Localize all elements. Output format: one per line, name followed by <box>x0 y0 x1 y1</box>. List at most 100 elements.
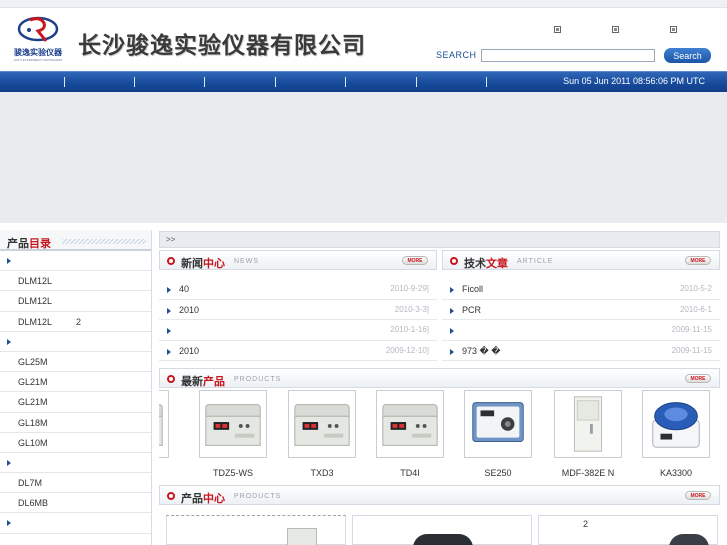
product-name[interactable]: TDZ5-WS <box>189 468 277 478</box>
sidebar-title: 产品目录 <box>7 235 51 251</box>
articles-list-item[interactable]: Ficoll 2010-5-2 <box>442 279 720 300</box>
product-card[interactable]: MDF-382E N <box>554 390 634 482</box>
category-item[interactable]: DLM12L <box>0 271 151 292</box>
product-card[interactable]: TD4I <box>376 390 456 482</box>
product-name[interactable]: SE250 <box>454 468 542 478</box>
category-item[interactable]: GL10M <box>0 433 151 453</box>
latest-title-plain: 最新 <box>181 376 203 388</box>
news-item-date: 2010-1-16] <box>390 325 429 334</box>
category-item-label: GL10M <box>18 437 48 448</box>
category-item-label: GL21M <box>18 377 48 388</box>
header-hatch-decoration <box>62 239 146 244</box>
articles-item-title[interactable]: 973 � � <box>462 346 500 357</box>
product-name[interactable]: KA3300 <box>632 468 720 478</box>
category-item[interactable]: DLM12L <box>0 291 151 312</box>
products-center-subtitle: PRODUCTS <box>234 493 282 500</box>
category-group-row[interactable] <box>0 251 151 272</box>
nav-separator <box>345 77 346 87</box>
category-item[interactable]: GL21M <box>0 372 151 393</box>
latest-products-carousel: TDZ5-WS TXD3 TD4I SE250 MDF-382E N KA3300 <box>159 390 720 482</box>
product-box[interactable] <box>352 515 532 545</box>
category-item[interactable]: DLM12L 2 <box>0 312 151 332</box>
news-item-title[interactable]: 2010 <box>179 305 199 315</box>
articles-item-title[interactable]: Ficoll <box>462 284 483 294</box>
main-nav: Sun 05 Jun 2011 08:56:06 PM UTC <box>0 71 727 92</box>
search-button[interactable]: Search <box>664 48 711 63</box>
product-box[interactable] <box>166 515 346 545</box>
articles-list-item[interactable]: PCR 2010-6-1 <box>442 300 720 320</box>
articles-item-title[interactable]: PCR <box>462 305 481 315</box>
category-item-note: 2 <box>76 316 82 327</box>
category-item-label: GL21M <box>18 397 48 408</box>
news-list: 40 2010-9-29] 2010 2010-3-3] 2010-1-16] 2010 2… <box>159 279 437 361</box>
product-card[interactable] <box>159 390 181 482</box>
category-item-label: DLM12L <box>18 276 53 287</box>
search-input[interactable] <box>481 49 655 62</box>
news-list-item[interactable]: 2010 2009-12-10] <box>159 341 437 361</box>
centrifuge-icon[interactable] <box>642 390 710 458</box>
nav-separator <box>416 77 417 87</box>
product-card[interactable]: SE250 <box>464 390 544 482</box>
centrifuge-icon[interactable] <box>376 390 444 458</box>
articles-item-date: 2009-11-15 <box>671 345 712 355</box>
category-group-row[interactable] <box>0 332 151 352</box>
article-title-plain: 技术 <box>464 258 486 270</box>
category-group-row[interactable] <box>0 513 151 534</box>
news-title-accent: 中心 <box>203 258 225 270</box>
category-list: DLM12L DLM12L DLM12L 2 GL25M GL21M GL21M GL18M G… <box>0 251 151 534</box>
category-item-label: DLM12L <box>18 296 53 307</box>
product-name[interactable]: MDF-382E N <box>544 468 632 478</box>
products-center-title: 产品中心 <box>181 490 225 506</box>
category-item-label: DL6MB <box>18 498 49 509</box>
latest-more-button[interactable]: MORE <box>685 374 711 383</box>
product-name[interactable]: TXD3 <box>278 468 366 478</box>
article-subtitle: ARTICLE <box>517 258 554 265</box>
article-more-button[interactable]: MORE <box>685 256 711 265</box>
freezer-icon[interactable] <box>554 390 622 458</box>
logo-text: 骏逸实验仪器 <box>14 48 62 57</box>
mixer-icon[interactable] <box>464 390 532 458</box>
sidebar-header: 产品目录 <box>0 230 151 251</box>
quick-link-checkbox-3[interactable] <box>670 26 677 33</box>
logo-subtext: JUNYI EXPERIMENT INSTRUMENT <box>13 58 63 62</box>
category-group-row[interactable] <box>0 453 151 474</box>
articles-list-item[interactable]: 2009-11-15 <box>442 320 720 341</box>
articles-list-item[interactable]: 973 � � 2009-11-15 <box>442 341 720 361</box>
category-item[interactable]: GL21M <box>0 392 151 413</box>
breadcrumb-text: >> <box>166 235 176 244</box>
company-name: 长沙骏逸实验仪器有限公司 <box>78 33 366 59</box>
centrifuge-icon[interactable] <box>159 390 169 458</box>
news-item-title[interactable]: 2010 <box>179 346 199 356</box>
news-more-button[interactable]: MORE <box>402 256 428 265</box>
nav-separator <box>134 77 135 87</box>
arrow-right-icon <box>450 287 454 293</box>
news-title-plain: 新闻 <box>181 258 203 270</box>
product-name[interactable]: TD4I <box>366 468 454 478</box>
news-item-date: 2010-9-29] <box>390 284 429 293</box>
quick-link-checkbox-2[interactable] <box>612 26 619 33</box>
category-item[interactable]: GL18M <box>0 413 151 433</box>
news-list-item[interactable]: 2010-1-16] <box>159 320 437 341</box>
quick-link-checkbox-1[interactable] <box>554 26 561 33</box>
category-item[interactable]: DL7M <box>0 473 151 494</box>
latest-products-header: 最新产品 PRODUCTS MORE <box>159 368 720 388</box>
product-box[interactable]: 2 <box>538 515 718 545</box>
news-item-title[interactable]: 40 <box>179 284 189 294</box>
centrifuge-icon[interactable] <box>288 390 356 458</box>
news-list-item[interactable]: 2010 2010-3-3] <box>159 300 437 320</box>
top-strip <box>0 0 727 8</box>
centrifuge-icon[interactable] <box>199 390 267 458</box>
company-logo[interactable]: 骏逸实验仪器 JUNYI EXPERIMENT INSTRUMENT <box>10 14 66 64</box>
logo-mark-icon <box>17 16 59 42</box>
category-item[interactable]: DL6MB <box>0 493 151 514</box>
category-item[interactable]: GL25M <box>0 352 151 373</box>
products-center-more-button[interactable]: MORE <box>685 491 711 500</box>
news-subtitle: NEWS <box>234 258 259 265</box>
product-card[interactable]: TXD3 <box>288 390 368 482</box>
arrow-right-icon <box>450 328 454 334</box>
nav-separator <box>204 77 205 87</box>
news-list-item[interactable]: 40 2010-9-29] <box>159 279 437 300</box>
product-card[interactable]: KA3300 <box>642 390 720 482</box>
section-bullet-icon <box>167 257 175 265</box>
product-card[interactable]: TDZ5-WS <box>199 390 279 482</box>
